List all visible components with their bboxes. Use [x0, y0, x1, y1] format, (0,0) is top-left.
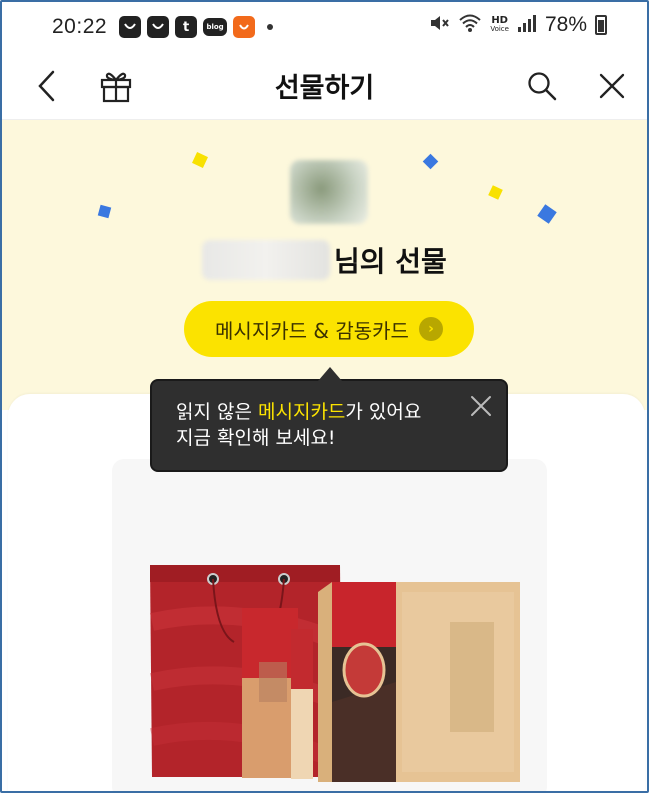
- shopping-bag-icon: [119, 16, 142, 38]
- unread-card-tooltip: 읽지 않은 메시지카드가 있어요 지금 확인해 보세요!: [150, 367, 508, 472]
- sender-line: 님의 선물: [202, 240, 447, 280]
- voice-label: Voice: [490, 25, 509, 33]
- sender-name-blurred: [202, 240, 330, 280]
- chevron-right-icon: ›: [418, 317, 443, 341]
- tistory-t-icon: t: [175, 16, 198, 38]
- status-bar: 20:22 t blog HD Voice 78%: [2, 2, 647, 52]
- shopping-bag-icon: [147, 16, 170, 38]
- confetti-icon: [488, 185, 503, 200]
- sender-avatar: [290, 160, 368, 224]
- confetti-icon: [192, 152, 208, 168]
- confetti-icon: [537, 204, 557, 224]
- hd-voice-icon: HD Voice: [490, 16, 509, 34]
- status-time: 20:22: [52, 15, 108, 38]
- tooltip-highlight: 메시지카드: [258, 401, 346, 423]
- blog-bubble-icon: blog: [203, 18, 228, 36]
- close-icon: [471, 396, 491, 416]
- mute-icon: [428, 12, 450, 38]
- status-right: HD Voice 78%: [428, 12, 607, 38]
- message-card-button-label: 메시지카드 & 감동카드: [215, 318, 409, 343]
- close-button[interactable]: [592, 66, 632, 106]
- notification-icons: t blog: [119, 16, 274, 38]
- tooltip-close-button[interactable]: [468, 393, 494, 419]
- product-image-card[interactable]: [112, 459, 547, 791]
- app-window: 20:22 t blog HD Voice 78% 선물하기 님의 선물 메시지…: [0, 0, 649, 793]
- message-card-button[interactable]: 메시지카드 & 감동카드 ›: [184, 301, 474, 357]
- signal-icon: [517, 13, 537, 37]
- aliexpress-icon: [233, 16, 256, 38]
- search-button[interactable]: [522, 66, 562, 106]
- tooltip-line-2: 지금 확인해 보세요!: [176, 427, 336, 449]
- battery-icon: [595, 15, 607, 35]
- search-icon: [528, 71, 557, 100]
- tooltip-line-1-after: 가 있어요: [345, 401, 422, 423]
- confetti-icon: [422, 153, 439, 170]
- more-notifications-dot-icon: [267, 24, 274, 30]
- wifi-icon: [458, 13, 482, 37]
- battery-percent: 78%: [544, 13, 587, 36]
- close-icon: [599, 73, 625, 98]
- app-bar: 선물하기: [2, 52, 647, 120]
- tooltip-line-1: 읽지 않은 메시지카드가 있어요: [176, 399, 482, 425]
- tooltip-line-1-before: 읽지 않은: [176, 401, 258, 423]
- confetti-icon: [97, 204, 112, 219]
- sender-suffix: 님의 선물: [334, 245, 447, 278]
